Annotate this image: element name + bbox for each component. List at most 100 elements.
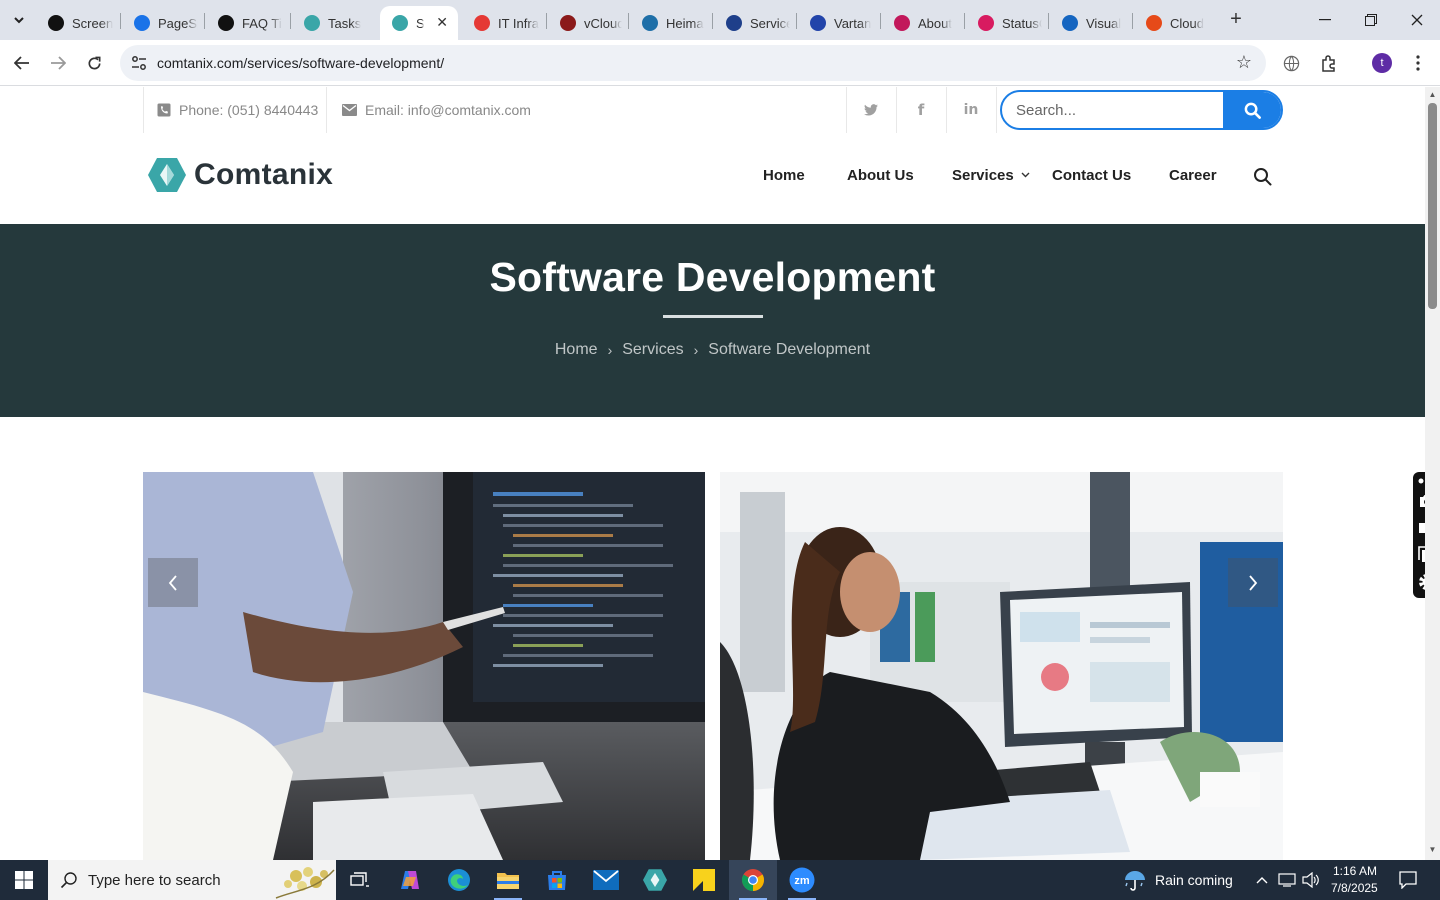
minimize-button[interactable] <box>1302 6 1348 34</box>
chrome-app[interactable] <box>729 860 777 900</box>
notifications-button[interactable] <box>1392 860 1424 900</box>
nav-contact-us[interactable]: Contact Us <box>1052 167 1131 184</box>
facebook-link[interactable]: f <box>896 87 946 133</box>
browser-tab[interactable]: Cloud <box>1134 6 1218 40</box>
breadcrumb-home[interactable]: Home <box>555 341 598 359</box>
tab-separator <box>1048 13 1049 29</box>
browser-tab[interactable]: So ✕ <box>380 6 458 40</box>
weather-widget[interactable] <box>1120 860 1150 900</box>
comtanix-icon <box>392 15 408 31</box>
site-settings-icon[interactable] <box>130 54 148 72</box>
scrollbar-thumb[interactable] <box>1428 103 1437 309</box>
page-scrollbar[interactable]: ▲ ▼ <box>1425 87 1440 860</box>
browser-tab[interactable]: Visual <box>1050 6 1132 40</box>
svg-text:zm: zm <box>794 875 810 887</box>
envelope-icon <box>342 104 357 116</box>
windows-taskbar: Type here to search zm Rain coming 1:16 … <box>0 860 1440 900</box>
scroll-down-arrow[interactable]: ▼ <box>1428 845 1437 854</box>
browser-tab[interactable]: IT Infra <box>462 6 546 40</box>
taskbar-search[interactable]: Type here to search <box>48 860 336 900</box>
bookmark-star-icon[interactable]: ☆ <box>1236 52 1252 73</box>
tab-separator <box>964 13 965 29</box>
network-status[interactable] <box>1276 860 1298 900</box>
mail-app[interactable] <box>582 860 630 900</box>
browser-tab[interactable]: FAQ Ti <box>206 6 290 40</box>
tab-title: Visual <box>1086 15 1122 31</box>
clock-date[interactable]: 7/8/2025 <box>1331 881 1378 895</box>
browser-tab[interactable]: Tasks <box>292 6 378 40</box>
tab-title: Cloud <box>1170 15 1204 31</box>
tab-separator <box>120 13 121 29</box>
browser-tab[interactable]: vCloud <box>548 6 628 40</box>
start-button[interactable] <box>0 860 48 900</box>
about-icon <box>894 15 910 31</box>
slider-next-button[interactable] <box>1228 558 1278 607</box>
web-page: Phone: (051) 8440443 Email: info@comtani… <box>0 87 1425 860</box>
show-hidden-icons-button[interactable] <box>1252 860 1272 900</box>
speaker-icon <box>1302 872 1319 888</box>
linkedin-link[interactable]: in <box>946 87 996 133</box>
tab-title: Screen <box>72 15 114 31</box>
address-bar[interactable]: comtanix.com/services/software-developme… <box>120 45 1266 81</box>
tab-separator <box>290 13 291 29</box>
close-window-button[interactable] <box>1394 6 1440 34</box>
browser-tab[interactable]: Heima <box>630 6 712 40</box>
title-underline <box>663 315 763 318</box>
notification-icon <box>1399 871 1417 889</box>
zoom-app[interactable]: zm <box>778 860 826 900</box>
tab-title: FAQ Ti <box>242 15 282 31</box>
reload-button[interactable] <box>80 49 108 77</box>
nav-career[interactable]: Career <box>1169 167 1217 184</box>
nav-search-icon[interactable] <box>1253 167 1273 187</box>
heima-icon <box>642 15 658 31</box>
browser-tab[interactable]: StatusC <box>966 6 1048 40</box>
edge-app[interactable] <box>435 860 483 900</box>
nav-about-us[interactable]: About Us <box>847 167 914 184</box>
clock-time[interactable]: 1:16 AM <box>1333 864 1377 878</box>
browser-tab[interactable]: Service <box>714 6 796 40</box>
phone-info[interactable]: Phone: (051) 8440443 <box>157 87 318 133</box>
task-view-button[interactable] <box>336 860 384 900</box>
sticky-notes-app[interactable] <box>680 860 728 900</box>
scroll-up-arrow[interactable]: ▲ <box>1428 90 1437 99</box>
store-app[interactable] <box>533 860 581 900</box>
copilot-app[interactable] <box>386 860 434 900</box>
close-tab-icon[interactable]: ✕ <box>436 14 448 31</box>
browser-tab[interactable]: PageSp <box>122 6 204 40</box>
restore-button[interactable] <box>1348 6 1394 34</box>
tab-title: Heima <box>666 15 704 31</box>
browser-tab[interactable]: About <box>882 6 964 40</box>
url-text[interactable]: comtanix.com/services/software-developme… <box>157 55 444 71</box>
tab-separator <box>1132 13 1133 29</box>
translate-icon[interactable] <box>1280 52 1302 74</box>
comtanix-pinned-app[interactable] <box>631 860 679 900</box>
tab-title: StatusC <box>1002 15 1042 31</box>
browser-tab[interactable]: Screen <box>36 6 120 40</box>
site-search-button[interactable] <box>1223 92 1281 128</box>
volume-control[interactable] <box>1300 860 1322 900</box>
tab-search-button[interactable] <box>6 8 32 32</box>
site-logo[interactable]: Comtanix <box>148 157 333 193</box>
slider-prev-button[interactable] <box>148 558 198 607</box>
email-info[interactable]: Email: info@comtanix.com <box>342 87 531 133</box>
new-tab-button[interactable]: + <box>1224 8 1248 32</box>
network-icon <box>1278 873 1296 887</box>
back-button[interactable] <box>8 49 36 77</box>
browser-tab[interactable]: Vartan <box>798 6 880 40</box>
browser-menu-icon[interactable] <box>1407 52 1429 74</box>
weather-text[interactable]: Rain coming <box>1155 872 1233 888</box>
slider-image-coding <box>143 472 705 860</box>
nav-services[interactable]: Services <box>952 167 1030 184</box>
nav-home[interactable]: Home <box>763 167 805 184</box>
file-explorer-app[interactable] <box>484 860 532 900</box>
site-search-input[interactable] <box>1002 92 1224 128</box>
vartan-icon <box>810 15 826 31</box>
page-hero-banner: Software Development Home › Services › S… <box>0 224 1425 417</box>
profile-avatar[interactable]: t <box>1372 53 1392 73</box>
twitter-link[interactable] <box>846 87 896 133</box>
extensions-icon[interactable] <box>1318 52 1340 74</box>
faq-icon <box>218 15 234 31</box>
tab-title: About <box>918 15 952 31</box>
breadcrumb-services[interactable]: Services <box>622 341 683 359</box>
forward-button[interactable] <box>44 49 72 77</box>
